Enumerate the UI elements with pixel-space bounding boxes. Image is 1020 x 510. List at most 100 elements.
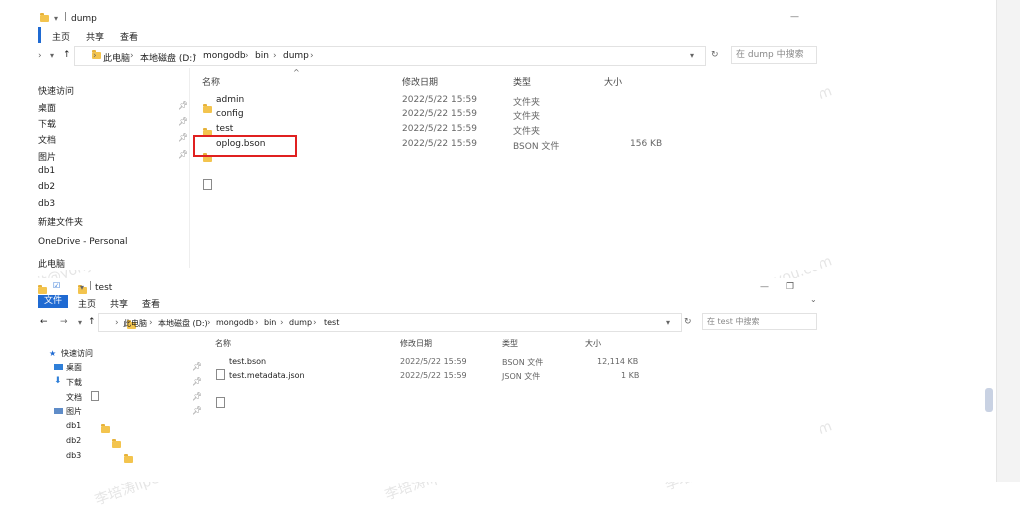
breadcrumb-item[interactable]: dump [283, 51, 309, 61]
file-date: 2022/5/22 15:59 [402, 109, 477, 119]
star-icon: ★ [49, 349, 57, 358]
sidebar-item-this-pc[interactable]: 此电脑 [38, 257, 65, 270]
refresh-icon[interactable]: ↻ [684, 317, 692, 327]
quick-access-dropdown-icon[interactable]: ▾ [54, 14, 58, 23]
folder-icon [112, 439, 122, 448]
sidebar-item-db2[interactable]: db2 [66, 436, 81, 445]
forward-arrow-icon[interactable]: → [60, 317, 68, 327]
sidebar-item-desktop[interactable]: 桌面 [66, 362, 82, 373]
folder-icon [40, 13, 49, 22]
window-title: dump [71, 14, 97, 24]
sidebar-item-new-folder[interactable]: 新建文件夹 [38, 215, 83, 228]
tab-view[interactable]: 查看 [142, 297, 160, 310]
tab-view[interactable]: 查看 [120, 30, 138, 43]
pin-icon: 📌︎ [192, 406, 203, 415]
minimize-button[interactable]: — [760, 282, 769, 292]
breadcrumb-sep-icon: › [245, 51, 249, 61]
file-type: BSON 文件 [513, 142, 560, 152]
breadcrumb-item[interactable]: 本地磁盘 (D:) [158, 318, 208, 329]
up-arrow-icon[interactable]: ↑ [63, 50, 71, 60]
sidebar-item-db1[interactable]: db1 [66, 421, 81, 430]
breadcrumb-sep-icon: › [130, 51, 134, 61]
breadcrumb-sep-icon: › [310, 51, 314, 61]
sidebar-item-downloads[interactable]: 下载 [38, 117, 56, 130]
breadcrumb-item[interactable]: bin [264, 318, 276, 327]
properties-check-icon[interactable]: ☑ [53, 281, 60, 290]
folder-icon [124, 454, 134, 463]
file-tab-edge[interactable] [38, 27, 41, 43]
table-row[interactable]: config 2022/5/22 15:59 文件夹 [0, 20, 820, 137]
sidebar-item-desktop[interactable]: 桌面 [38, 101, 56, 114]
breadcrumb-sep-icon: › [193, 51, 197, 61]
address-dropdown-icon[interactable]: ▾ [666, 318, 670, 327]
explorer-window-dump: ▾ | dump — 主页 共享 查看 › ▾ ↑ › 此电脑 › 本地磁盘 (… [0, 0, 820, 270]
tab-share[interactable]: 共享 [86, 30, 104, 43]
up-arrow-icon[interactable]: ↑ [88, 317, 96, 327]
file-icon [216, 397, 225, 408]
folder-icon [38, 285, 47, 294]
search-input[interactable]: 在 dump 中搜索 [731, 46, 817, 64]
highlight-box [193, 135, 297, 157]
sidebar-item-pictures[interactable]: 图片 [66, 406, 82, 417]
file-size: 12,114 KB [597, 357, 639, 366]
pin-icon: 📌︎ [178, 133, 189, 142]
sidebar-item-quick-access[interactable]: 快速访问 [61, 348, 93, 359]
breadcrumb-item[interactable]: mongodb [203, 51, 246, 61]
pin-icon: 📌︎ [178, 117, 189, 126]
recent-dropdown-icon[interactable]: ▾ [50, 51, 54, 60]
sidebar-item-db3[interactable]: db3 [38, 199, 55, 209]
column-header-type[interactable]: 类型 [513, 75, 531, 88]
file-size: 156 KB [630, 139, 663, 149]
sidebar-item-db1[interactable]: db1 [38, 166, 55, 176]
sidebar-item-downloads[interactable]: 下载 [66, 377, 82, 388]
sidebar-item-onedrive[interactable]: OneDrive - Personal [38, 237, 128, 247]
tab-share[interactable]: 共享 [110, 297, 128, 310]
back-arrow-icon[interactable]: ← [40, 317, 48, 327]
breadcrumb-sep-icon: › [207, 318, 211, 328]
pin-icon: 📌︎ [192, 362, 203, 371]
breadcrumb-item[interactable]: bin [255, 51, 269, 61]
file-type: 文件夹 [513, 112, 541, 122]
sidebar-item-db2[interactable]: db2 [38, 182, 55, 192]
tab-file[interactable]: 文件 [38, 295, 68, 308]
recent-dropdown-icon[interactable]: ▾ [78, 318, 82, 327]
file-type: BSON 文件 [502, 358, 544, 367]
tab-home[interactable]: 主页 [52, 30, 70, 43]
column-header-name[interactable]: 名称 [215, 338, 231, 349]
breadcrumb-item[interactable]: mongodb [216, 318, 254, 327]
sidebar-item-quick-access[interactable]: 快速访问 [38, 84, 74, 97]
quick-access-dropdown-icon[interactable]: ▾ [80, 283, 84, 292]
folder-icon [100, 424, 110, 433]
maximize-button[interactable]: ❐ [786, 282, 794, 292]
breadcrumb-sep-icon: › [255, 318, 259, 328]
search-input[interactable]: 在 test 中搜索 [702, 313, 817, 330]
tab-home[interactable]: 主页 [78, 297, 96, 310]
ribbon-expand-icon[interactable]: ⌄ [810, 295, 817, 304]
breadcrumb-item[interactable]: test [324, 318, 339, 327]
breadcrumb-item[interactable]: dump [289, 318, 312, 327]
file-type: JSON 文件 [502, 372, 541, 381]
sidebar-item-pictures[interactable]: 图片 [38, 150, 56, 163]
minimize-button[interactable]: — [790, 12, 799, 22]
table-row[interactable]: admin 2022/5/22 15:59 文件夹 [0, 10, 820, 113]
column-header-date[interactable]: 修改日期 [402, 75, 438, 88]
column-header-date[interactable]: 修改日期 [400, 338, 432, 349]
sidebar-item-documents[interactable]: 文档 [66, 392, 82, 403]
refresh-icon[interactable]: ↻ [711, 50, 719, 60]
address-dropdown-icon[interactable]: ▾ [690, 51, 694, 60]
pin-icon: 📌︎ [192, 377, 203, 386]
file-icon [216, 369, 225, 380]
sidebar-item-db3[interactable]: db3 [66, 451, 81, 460]
scrollbar-thumb[interactable] [985, 388, 993, 412]
forward-arrow-icon[interactable]: › [38, 51, 42, 61]
breadcrumb-item[interactable]: 本地磁盘 (D:) [140, 51, 196, 64]
sidebar-item-documents[interactable]: 文档 [38, 133, 56, 146]
file-date: 2022/5/22 15:59 [402, 124, 477, 134]
column-header-type[interactable]: 类型 [502, 338, 518, 349]
column-header-size[interactable]: 大小 [604, 75, 622, 88]
breadcrumb-item[interactable]: 此电脑 [123, 318, 147, 329]
breadcrumb-item[interactable]: 此电脑 [103, 51, 130, 64]
column-header-name[interactable]: 名称 [202, 75, 220, 88]
column-header-size[interactable]: 大小 [585, 338, 601, 349]
pane-divider[interactable] [189, 68, 190, 268]
